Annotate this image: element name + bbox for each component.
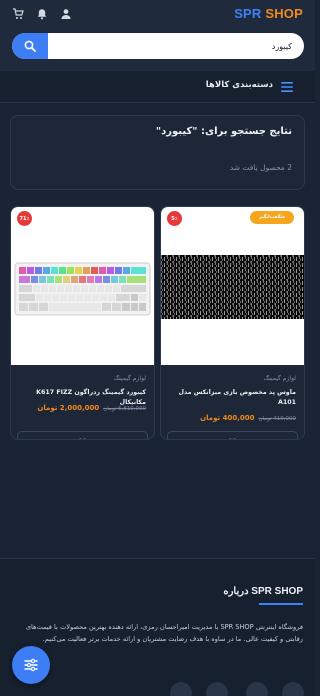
- header-actions: [12, 8, 72, 20]
- search-bar: [12, 33, 304, 59]
- product-prices: 6,819,000 تومان 2,000,000 تومان: [37, 404, 146, 412]
- product-card-mousepad[interactable]: شگفت‌انگیز 5٪ لوازم گیمینگ ماوس پد مخصوص…: [160, 206, 305, 440]
- product-category: لوازم گیمینگ: [113, 375, 146, 382]
- filter-fab-button[interactable]: [12, 646, 50, 684]
- footer: درباره SPR SHOP فروشگاه اینترنتی SPR SHO…: [0, 558, 315, 696]
- user-icon[interactable]: [60, 8, 72, 20]
- discount-badge: 71٪: [17, 211, 32, 226]
- results-count: 2 محصول یافت شد: [229, 163, 292, 172]
- heart-icon: [229, 438, 236, 439]
- logo-shop: SHOP: [265, 6, 303, 21]
- heart-icon: [79, 438, 86, 439]
- product-prices: 419,000 تومان 400,000 تومان: [200, 414, 296, 422]
- current-price: 400,000 تومان: [200, 414, 255, 422]
- site-logo[interactable]: SPR SHOP: [234, 6, 303, 21]
- product-image-mousepad[interactable]: [161, 207, 304, 365]
- cart-icon[interactable]: [12, 8, 24, 20]
- old-price: 419,000 تومان: [258, 416, 296, 422]
- amazing-badge-text: شگفت‌انگیز: [258, 215, 286, 220]
- current-price: 2,000,000 تومان: [37, 404, 100, 412]
- category-label: دسته‌بندی کالاها: [205, 80, 273, 90]
- bell-icon[interactable]: [36, 8, 48, 20]
- product-category: لوازم گیمینگ: [263, 375, 296, 382]
- results-title: نتایج جستجو برای: "کیبورد": [155, 126, 292, 137]
- category-bar[interactable]: دسته‌بندی کالاها: [0, 71, 315, 103]
- product-card-keyboard[interactable]: 71٪ لوازم گیمینگ کیبورد گیمینگ ردراگون K…: [10, 206, 155, 440]
- search-icon: [24, 40, 36, 52]
- product-name[interactable]: ماوس پد مخصوص بازی میزانکس مدل A101: [168, 388, 297, 408]
- product-image-keyboard[interactable]: [11, 207, 154, 365]
- hamburger-icon[interactable]: [281, 82, 293, 92]
- wishlist-button[interactable]: [167, 431, 298, 439]
- search-input[interactable]: [50, 33, 300, 59]
- sliders-icon: [24, 658, 38, 672]
- amazing-offer-badge: شگفت‌انگیز: [250, 211, 294, 224]
- footer-about-text: فروشگاه اینترنتی SPR SHOP با مدیریت امیر…: [25, 623, 303, 643]
- wishlist-button[interactable]: [17, 431, 148, 439]
- logo-spr: SPR: [234, 6, 262, 21]
- header: SPR SHOP: [0, 0, 315, 71]
- footer-title-underline: [259, 603, 303, 605]
- discount-badge: 5٪: [167, 211, 182, 226]
- search-results-summary: نتایج جستجو برای: "کیبورد" 2 محصول یافت …: [10, 115, 305, 190]
- footer-title: درباره SPR SHOP: [223, 586, 303, 597]
- search-button[interactable]: [12, 33, 48, 59]
- old-price: 6,819,000 تومان: [103, 406, 146, 412]
